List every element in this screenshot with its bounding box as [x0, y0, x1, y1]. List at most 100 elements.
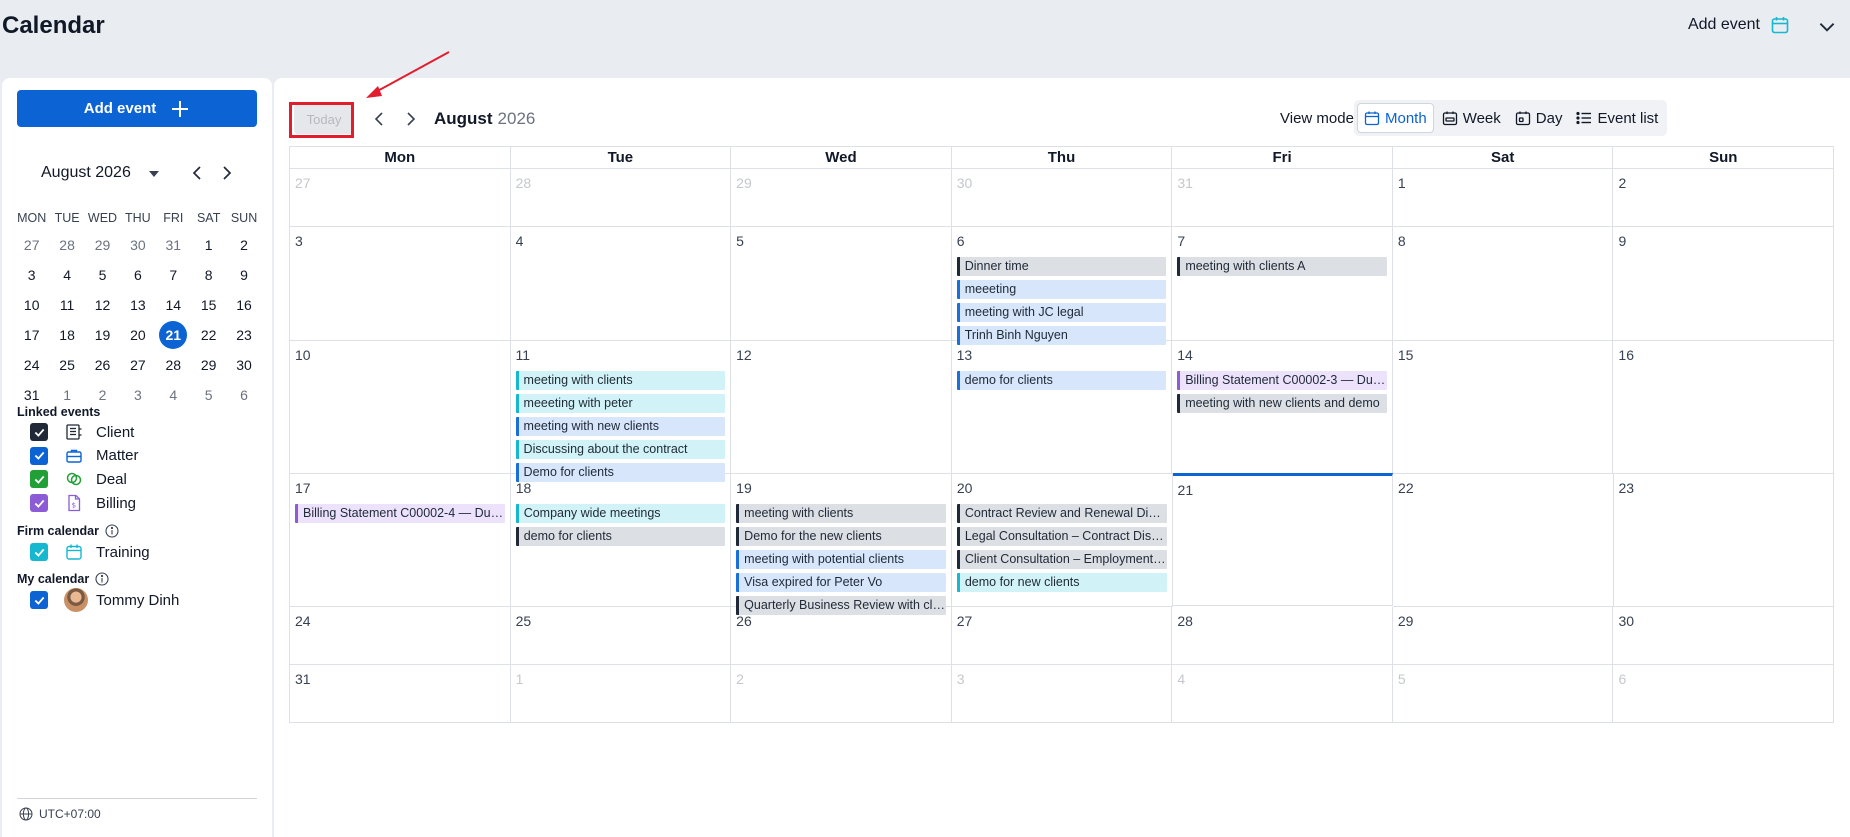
day-cell[interactable]: 1	[510, 665, 732, 723]
mini-day[interactable]: 14	[156, 297, 191, 313]
checkbox[interactable]	[30, 591, 48, 609]
mini-day[interactable]: 4	[156, 387, 191, 403]
calendar-event[interactable]: meeting with clients	[515, 371, 726, 390]
day-cell[interactable]: 22	[1393, 474, 1614, 607]
calendar-event[interactable]: meeeting	[956, 280, 1167, 299]
mini-day[interactable]: 28	[49, 237, 84, 253]
day-cell[interactable]: 18 Company wide meetings demo for clients	[510, 474, 732, 607]
calendar-event[interactable]: meeting with JC legal	[956, 303, 1167, 322]
day-cell[interactable]: 2	[1613, 169, 1835, 227]
mini-day[interactable]: 10	[14, 297, 49, 313]
calendar-event[interactable]: Billing Statement C00002-4 — Due Date	[295, 504, 505, 523]
day-cell[interactable]: 6 Dinner time meeeting meeting with JC lega…	[951, 227, 1173, 345]
day-cell[interactable]: 30	[951, 169, 1173, 227]
day-cell[interactable]: 3	[290, 227, 511, 341]
day-cell[interactable]: 25	[510, 607, 732, 665]
day-cell[interactable]: 7 meeting with clients A	[1172, 227, 1393, 341]
calendar-event[interactable]: meeting with clients	[736, 504, 946, 523]
mini-day[interactable]: 24	[14, 357, 49, 373]
mini-day[interactable]: 9	[226, 267, 261, 283]
calendar-event[interactable]: meeting with potential clients	[736, 550, 946, 569]
calendar-event[interactable]: Legal Consultation – Contract Dispute	[956, 527, 1167, 546]
mini-day[interactable]: 31	[14, 387, 49, 403]
chevron-right-icon[interactable]	[217, 164, 235, 182]
day-cell[interactable]: 16	[1613, 341, 1834, 474]
mini-day[interactable]: 2	[226, 237, 261, 253]
top-add-event-button[interactable]: Add event	[1688, 15, 1790, 35]
mini-day[interactable]: 31	[156, 237, 191, 253]
view-event-list-button[interactable]: Event list	[1570, 103, 1664, 133]
mini-day[interactable]: 1	[191, 237, 226, 253]
day-cell[interactable]: 29	[731, 169, 952, 227]
mini-day[interactable]: 23	[226, 327, 261, 343]
day-cell[interactable]: 29	[1392, 607, 1614, 665]
mini-day[interactable]: 27	[14, 237, 49, 253]
calendar-event[interactable]: demo for clients	[956, 371, 1167, 390]
calendar-event[interactable]: Dinner time	[956, 257, 1167, 276]
mini-day[interactable]: 5	[85, 267, 120, 283]
calendar-filter-matter[interactable]: Matter	[30, 445, 139, 467]
day-cell[interactable]: 17 Billing Statement C00002-4 — Due Date	[290, 474, 511, 607]
mini-day[interactable]: 22	[191, 327, 226, 343]
day-cell[interactable]: 12	[731, 341, 952, 474]
calendar-event[interactable]: demo for clients	[515, 527, 726, 546]
mini-day[interactable]: 30	[120, 237, 155, 253]
day-cell[interactable]: 14 Billing Statement C00002-3 — Due Date m…	[1172, 341, 1393, 474]
calendar-event[interactable]: Billing Statement C00002-3 — Due Date	[1177, 371, 1387, 390]
checkbox[interactable]	[30, 470, 48, 489]
info-icon[interactable]	[105, 524, 119, 538]
calendar-event[interactable]: Company wide meetings	[515, 504, 726, 523]
calendar-filter-deal[interactable]: Deal	[30, 468, 127, 490]
calendar-event[interactable]: Discussing about the contract	[515, 440, 726, 459]
mini-day[interactable]: 6	[120, 267, 155, 283]
calendar-event[interactable]: Client Consultation – Employment Law	[956, 550, 1167, 569]
day-cell[interactable]: 15	[1392, 341, 1614, 474]
calendar-event[interactable]: meeting with clients A	[1177, 257, 1387, 276]
day-cell[interactable]: 13 demo for clients	[951, 341, 1173, 474]
checkbox[interactable]	[30, 494, 48, 513]
mini-day[interactable]: 5	[191, 387, 226, 403]
day-cell[interactable]: 8	[1392, 227, 1614, 341]
day-cell[interactable]: 30	[1613, 607, 1835, 665]
mini-day[interactable]: 26	[85, 357, 120, 373]
mini-day[interactable]: 20	[120, 327, 155, 343]
mini-calendar-month[interactable]: August 2026	[41, 164, 131, 182]
calendar-filter-client[interactable]: Client	[30, 421, 134, 443]
day-cell[interactable]: 24	[290, 607, 511, 665]
mini-day[interactable]: 19	[85, 327, 120, 343]
view-day-button[interactable]: Day	[1509, 103, 1569, 133]
mini-day[interactable]: 30	[226, 357, 261, 373]
day-cell[interactable]: 27	[290, 169, 511, 227]
day-cell[interactable]: 28	[510, 169, 732, 227]
day-cell[interactable]: 4	[1172, 665, 1393, 723]
calendar-filter-billing[interactable]: $ Billing	[30, 492, 136, 514]
mini-day[interactable]: 3	[120, 387, 155, 403]
mini-day[interactable]: 1	[49, 387, 84, 403]
checkbox[interactable]	[30, 446, 48, 465]
mini-day[interactable]: 29	[191, 357, 226, 373]
calendar-filter-tommy-dinh[interactable]: Tommy Dinh	[30, 588, 179, 612]
day-cell[interactable]: 23	[1613, 474, 1834, 607]
calendar-event[interactable]: meeting with new clients and demo	[1177, 394, 1387, 413]
day-cell[interactable]: 27	[951, 607, 1173, 665]
day-cell[interactable]: 1	[1392, 169, 1614, 227]
chevron-left-icon[interactable]	[189, 164, 207, 182]
mini-day[interactable]: 17	[14, 327, 49, 343]
day-cell[interactable]: 9	[1613, 227, 1835, 341]
mini-day[interactable]: 27	[120, 357, 155, 373]
mini-day[interactable]: 11	[49, 297, 84, 313]
mini-day[interactable]: 6	[226, 387, 261, 403]
mini-day[interactable]: 3	[14, 267, 49, 283]
caret-down-icon[interactable]	[147, 167, 161, 181]
mini-day[interactable]: 25	[49, 357, 84, 373]
day-cell[interactable]: 4	[510, 227, 732, 341]
calendar-event[interactable]: Contract Review and Renewal Discussion	[956, 504, 1167, 523]
day-cell[interactable]: 31	[290, 665, 511, 723]
day-cell[interactable]: 20 Contract Review and Renewal Discussion…	[951, 474, 1173, 607]
view-week-button[interactable]: Week	[1436, 103, 1507, 133]
view-month-button[interactable]: Month	[1357, 103, 1434, 133]
mini-day[interactable]: 15	[191, 297, 226, 313]
day-cell[interactable]: 3	[951, 665, 1173, 723]
day-cell[interactable]: 11 meeting with clients meeeting with pete…	[510, 341, 732, 482]
mini-day[interactable]: 4	[49, 267, 84, 283]
